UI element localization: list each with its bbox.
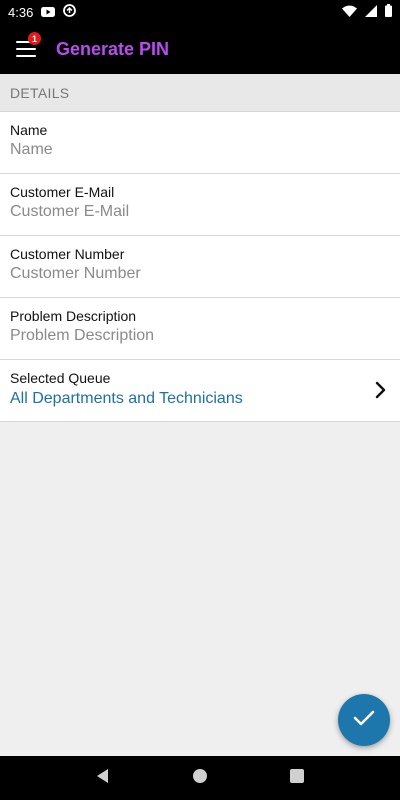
- status-bar: 4:36: [0, 0, 400, 24]
- form-row-email[interactable]: Customer E-Mail: [0, 174, 400, 236]
- check-icon: [353, 709, 375, 732]
- nav-home-button[interactable]: [188, 766, 212, 790]
- app-bar: 1 Generate PIN: [0, 24, 400, 74]
- wifi-icon: [342, 5, 357, 20]
- email-input[interactable]: [10, 203, 340, 221]
- home-icon: [192, 768, 208, 789]
- status-time: 4:36: [8, 4, 34, 20]
- selected-queue-label: Selected Queue: [10, 370, 111, 386]
- menu-button[interactable]: 1: [0, 24, 52, 74]
- problem-description-input[interactable]: [10, 327, 340, 345]
- customer-number-input[interactable]: [10, 265, 340, 283]
- name-input[interactable]: [10, 141, 340, 159]
- recents-icon: [289, 768, 304, 788]
- battery-icon: [385, 4, 392, 20]
- sync-icon: [63, 4, 77, 20]
- section-header-details: DETAILS: [0, 74, 400, 112]
- youtube-icon: [41, 5, 56, 20]
- back-icon: [95, 768, 111, 789]
- form-row-problem-description[interactable]: Problem Description: [0, 298, 400, 360]
- nav-back-button[interactable]: [91, 766, 115, 790]
- name-label: Name: [10, 122, 48, 138]
- signal-icon: [365, 4, 377, 20]
- page-title: Generate PIN: [56, 38, 170, 59]
- notification-badge: 1: [28, 32, 41, 45]
- form-row-name[interactable]: Name: [0, 112, 400, 174]
- email-label: Customer E-Mail: [10, 184, 115, 200]
- confirm-fab-button[interactable]: [338, 694, 390, 746]
- chevron-right-icon: [374, 380, 388, 400]
- form-row-customer-number[interactable]: Customer Number: [0, 236, 400, 298]
- selected-queue-value: All Departments and Technicians: [10, 390, 243, 407]
- system-nav-bar: [0, 756, 400, 800]
- customer-number-label: Customer Number: [10, 246, 125, 262]
- details-form: Name Customer E-Mail Customer Number Pro…: [0, 112, 400, 422]
- problem-description-label: Problem Description: [10, 308, 137, 324]
- nav-recents-button[interactable]: [285, 766, 309, 790]
- form-row-selected-queue[interactable]: Selected Queue All Departments and Techn…: [0, 360, 400, 422]
